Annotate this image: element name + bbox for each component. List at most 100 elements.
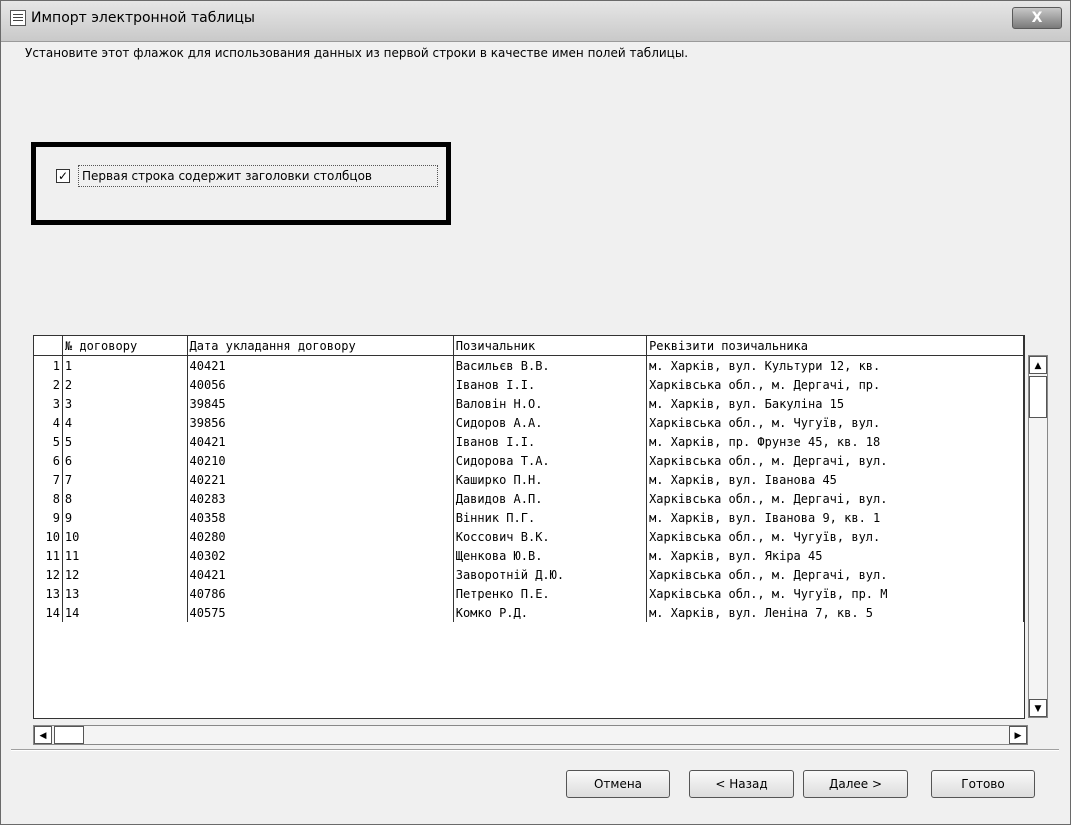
table-cell[interactable]: 13 <box>62 584 188 603</box>
table-cell[interactable]: Васильєв В.В. <box>453 355 648 375</box>
table-row[interactable]: 4 4 39856 Сидоров А.А. Харківська обл., м. Ч… <box>34 413 1024 432</box>
table-cell[interactable]: м. Харків, вул. Культури 12, кв. <box>646 355 1024 375</box>
table-cell[interactable]: 40786 <box>187 584 454 603</box>
close-button[interactable]: X <box>1012 7 1062 29</box>
table-cell[interactable]: м. Харків, вул. Якіра 45 <box>646 546 1024 565</box>
row-number[interactable]: 9 <box>34 508 63 527</box>
table-cell[interactable]: Іванов І.І. <box>453 432 648 451</box>
table-cell[interactable]: Харківська обл., м. Чугуїв, вул. <box>646 413 1024 432</box>
table-cell[interactable]: м. Харків, вул. Іванова 9, кв. 1 <box>646 508 1024 527</box>
row-number[interactable]: 4 <box>34 413 63 432</box>
table-cell[interactable]: 12 <box>62 565 188 584</box>
table-cell[interactable]: 7 <box>62 470 188 489</box>
table-row[interactable]: 12 12 40421 Заворотній Д.Ю. Харківська обл.,… <box>34 565 1024 584</box>
table-cell[interactable]: Харківська обл., м. Дергачі, вул. <box>646 565 1024 584</box>
table-cell[interactable]: м. Харків, вул. Бакуліна 15 <box>646 394 1024 413</box>
table-cell[interactable]: Комко Р.Д. <box>453 603 648 622</box>
table-cell[interactable]: Коссович В.К. <box>453 527 648 546</box>
table-cell[interactable]: Петренко П.Е. <box>453 584 648 603</box>
table-cell[interactable]: 4 <box>62 413 188 432</box>
table-cell[interactable]: 40280 <box>187 527 454 546</box>
table-cell[interactable]: 10 <box>62 527 188 546</box>
row-number[interactable]: 6 <box>34 451 63 470</box>
row-number[interactable]: 13 <box>34 584 63 603</box>
column-header[interactable]: Дата укладання договору <box>187 336 454 356</box>
header-row-checkbox-label[interactable]: Первая строка содержит заголовки столбцо… <box>78 165 438 187</box>
row-number[interactable]: 5 <box>34 432 63 451</box>
table-cell[interactable]: 40358 <box>187 508 454 527</box>
table-cell[interactable]: 40421 <box>187 432 454 451</box>
table-cell[interactable]: Харківська обл., м. Дергачі, вул. <box>646 489 1024 508</box>
table-cell[interactable]: Давидов А.П. <box>453 489 648 508</box>
column-header[interactable]: Позичальник <box>453 336 648 356</box>
table-cell[interactable]: 8 <box>62 489 188 508</box>
table-cell[interactable]: 1 <box>62 355 188 375</box>
column-header[interactable]: Реквізити позичальника <box>646 336 1024 356</box>
table-row[interactable]: 14 14 40575 Комко Р.Д. м. Харків, вул. Ленін… <box>34 603 1024 622</box>
table-row[interactable]: 11 11 40302 Щенкова Ю.В. м. Харків, вул. Які… <box>34 546 1024 565</box>
row-number[interactable]: 1 <box>34 355 63 375</box>
table-cell[interactable]: 40056 <box>187 375 454 394</box>
row-number[interactable]: 12 <box>34 565 63 584</box>
cancel-button[interactable]: Отмена <box>566 770 670 798</box>
table-cell[interactable]: м. Харків, вул. Іванова 45 <box>646 470 1024 489</box>
table-cell[interactable]: Сидоров А.А. <box>453 413 648 432</box>
table-cell[interactable]: Каширко П.Н. <box>453 470 648 489</box>
table-cell[interactable]: 14 <box>62 603 188 622</box>
table-cell[interactable]: 39845 <box>187 394 454 413</box>
table-cell[interactable]: 2 <box>62 375 188 394</box>
table-cell[interactable]: м. Харків, пр. Фрунзе 45, кв. 18 <box>646 432 1024 451</box>
table-row[interactable]: 13 13 40786 Петренко П.Е. Харківська обл., м… <box>34 584 1024 603</box>
table-cell[interactable]: Вінник П.Г. <box>453 508 648 527</box>
table-cell[interactable]: 9 <box>62 508 188 527</box>
table-cell[interactable]: м. Харків, вул. Леніна 7, кв. 5 <box>646 603 1024 622</box>
table-row[interactable]: 5 5 40421 Іванов І.І. м. Харків, пр. Фрунзе … <box>34 432 1024 451</box>
table-cell[interactable]: Сидорова Т.А. <box>453 451 648 470</box>
vertical-scrollbar[interactable]: ▲ ▼ <box>1028 355 1048 718</box>
table-cell[interactable]: 40302 <box>187 546 454 565</box>
next-button[interactable]: Далее > <box>803 770 908 798</box>
column-header[interactable]: № договору <box>62 336 188 356</box>
table-cell[interactable]: 40283 <box>187 489 454 508</box>
table-row[interactable]: 9 9 40358 Вінник П.Г. м. Харків, вул. Іванов… <box>34 508 1024 527</box>
row-number[interactable]: 14 <box>34 603 63 622</box>
table-cell[interactable]: 5 <box>62 432 188 451</box>
row-number[interactable]: 2 <box>34 375 63 394</box>
table-cell[interactable]: 6 <box>62 451 188 470</box>
table-row[interactable]: 8 8 40283 Давидов А.П. Харківська обл., м. Д… <box>34 489 1024 508</box>
horizontal-scroll-thumb[interactable] <box>54 726 84 744</box>
table-cell[interactable]: Заворотній Д.Ю. <box>453 565 648 584</box>
back-button[interactable]: < Назад <box>689 770 794 798</box>
row-number[interactable]: 11 <box>34 546 63 565</box>
finish-button[interactable]: Готово <box>931 770 1035 798</box>
row-number[interactable]: 3 <box>34 394 63 413</box>
table-row[interactable]: 1 1 40421 Васильєв В.В. м. Харків, вул. Куль… <box>34 355 1024 375</box>
header-row-checkbox[interactable]: ✓ <box>56 169 70 183</box>
table-cell[interactable]: Харківська обл., м. Дергачі, пр. <box>646 375 1024 394</box>
table-cell[interactable]: Іванов І.І. <box>453 375 648 394</box>
row-number[interactable]: 7 <box>34 470 63 489</box>
table-cell[interactable]: 40421 <box>187 355 454 375</box>
table-row[interactable]: 10 10 40280 Коссович В.К. Харківська обл., м… <box>34 527 1024 546</box>
table-cell[interactable]: Харківська обл., м. Чугуїв, пр. М <box>646 584 1024 603</box>
table-row[interactable]: 7 7 40221 Каширко П.Н. м. Харків, вул. Івано… <box>34 470 1024 489</box>
horizontal-scrollbar[interactable]: ◀ ▶ <box>33 725 1028 745</box>
table-cell[interactable]: 40421 <box>187 565 454 584</box>
row-number[interactable]: 10 <box>34 527 63 546</box>
scroll-right-icon[interactable]: ▶ <box>1009 726 1027 744</box>
scroll-left-icon[interactable]: ◀ <box>34 726 52 744</box>
table-cell[interactable]: Валовін Н.О. <box>453 394 648 413</box>
row-number[interactable]: 8 <box>34 489 63 508</box>
table-cell[interactable]: 40575 <box>187 603 454 622</box>
scroll-down-icon[interactable]: ▼ <box>1029 699 1047 717</box>
table-cell[interactable]: 40221 <box>187 470 454 489</box>
scroll-up-icon[interactable]: ▲ <box>1029 356 1047 374</box>
table-cell[interactable]: 3 <box>62 394 188 413</box>
table-cell[interactable]: 40210 <box>187 451 454 470</box>
table-row[interactable]: 2 2 40056 Іванов І.І. Харківська обл., м. Де… <box>34 375 1024 394</box>
table-row[interactable]: 3 3 39845 Валовін Н.О. м. Харків, вул. Бакул… <box>34 394 1024 413</box>
table-cell[interactable]: Харківська обл., м. Чугуїв, вул. <box>646 527 1024 546</box>
preview-grid[interactable]: № договору Дата укладання договору Позич… <box>33 335 1025 719</box>
table-cell[interactable]: 39856 <box>187 413 454 432</box>
table-cell[interactable]: 11 <box>62 546 188 565</box>
